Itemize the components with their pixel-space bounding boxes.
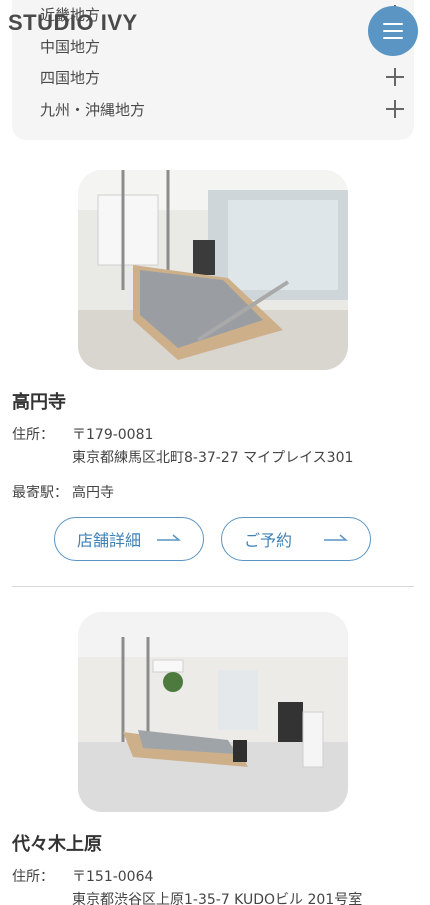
region-item-chugoku[interactable]: 中国地方 (40, 34, 414, 58)
address-label: 住所： (12, 427, 54, 443)
menu-button[interactable] (368, 6, 418, 56)
reserve-label: ご予約 (244, 531, 293, 550)
region-item-shikoku[interactable]: 四国地方 (40, 65, 414, 89)
region-label: 四国地方 (40, 68, 101, 87)
address: 東京都練馬区北町8-37-27 マイプレイス301 (72, 450, 354, 466)
reformer-studio-image (78, 612, 348, 812)
address-label: 住所： (12, 869, 54, 885)
nearest-station: 高円寺 (72, 485, 114, 501)
reserve-button[interactable]: ご予約 (221, 517, 371, 561)
store-detail-button[interactable]: 店舗詳細 (54, 517, 204, 561)
studio-photo (78, 170, 348, 370)
plus-icon[interactable] (386, 100, 404, 118)
postal-code: 〒179-0081 (72, 427, 154, 443)
studio-name: 代々木上原 (12, 834, 102, 855)
studio-photo (78, 612, 348, 812)
region-label: 九州・沖縄地方 (40, 100, 146, 119)
station-label: 最寄駅： (12, 485, 68, 501)
plus-icon[interactable] (386, 68, 404, 86)
postal-code: 〒151-0064 (72, 869, 154, 885)
arrow-right-icon (324, 534, 348, 541)
section-divider (12, 586, 414, 587)
store-detail-label: 店舗詳細 (77, 531, 142, 550)
hamburger-icon (383, 23, 403, 25)
reformer-studio-image (78, 170, 348, 370)
region-label: 中国地方 (40, 37, 101, 56)
studio-name: 高円寺 (12, 392, 66, 413)
site-logo[interactable]: STUDIO IVY (8, 10, 138, 36)
address: 東京都渋谷区上原1-35-7 KUDOビル 201号室 (72, 892, 363, 905)
region-item-kyushu[interactable]: 九州・沖縄地方 (40, 97, 414, 121)
arrow-right-icon (157, 534, 181, 541)
